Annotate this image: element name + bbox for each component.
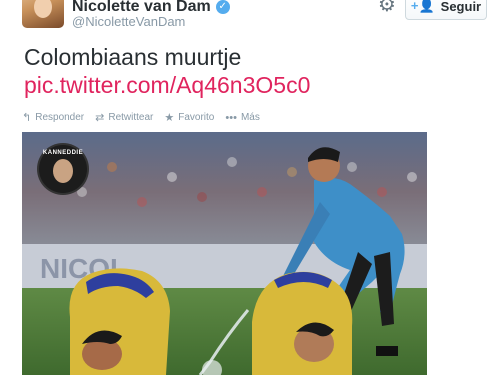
star-icon: ★: [164, 112, 175, 124]
watermark-face: [53, 159, 73, 183]
verified-badge-icon: ✓: [215, 0, 230, 14]
avatar[interactable]: [22, 0, 64, 28]
more-button[interactable]: ••• Más: [225, 112, 259, 124]
avatar-face: [34, 0, 52, 18]
tweet-text: Colombiaans muurtje: [24, 44, 242, 70]
profile-handle[interactable]: @NicoletteVanDam: [72, 14, 185, 29]
retweet-button[interactable]: ⇄ Retwittear: [95, 111, 153, 124]
watermark-text: KANNEDDIE: [42, 150, 84, 156]
gear-icon[interactable]: ⚙: [376, 0, 398, 16]
follow-button[interactable]: +👤 Seguir: [405, 0, 487, 20]
player-left: [69, 268, 170, 375]
favorite-button[interactable]: ★ Favorito: [164, 111, 214, 124]
tweet-photo[interactable]: NICOL KANNEDDIE: [22, 132, 427, 375]
watermark-logo: KANNEDDIE: [39, 145, 87, 193]
favorite-label: Favorito: [178, 112, 215, 123]
reply-button[interactable]: ↰ Responder: [22, 111, 84, 124]
tweet-actions: ↰ Responder ⇄ Retwittear ★ Favorito ••• …: [22, 111, 271, 125]
retweet-label: Retwittear: [108, 112, 154, 123]
retweet-icon: ⇄: [95, 112, 105, 124]
more-label: Más: [240, 112, 260, 123]
more-icon: •••: [225, 111, 237, 124]
player-right: [252, 271, 353, 375]
follow-label: Seguir: [440, 0, 482, 14]
reply-icon: ↰: [22, 112, 32, 124]
reply-label: Responder: [35, 112, 85, 123]
add-user-icon: +👤: [410, 0, 435, 13]
tweet-link[interactable]: pic.twitter.com/Aq46n3O5c0: [24, 72, 310, 99]
